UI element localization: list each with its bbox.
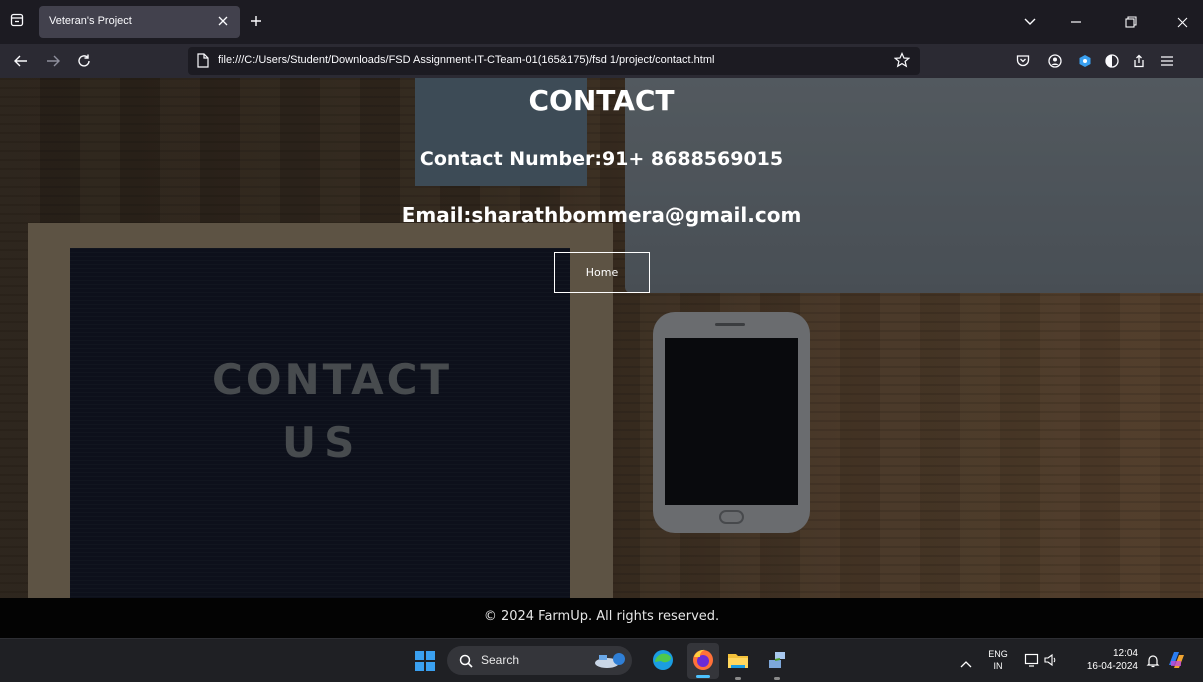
forward-arrow-icon[interactable] xyxy=(43,51,63,71)
bell-icon[interactable] xyxy=(1146,653,1160,668)
app-indicator-2 xyxy=(774,677,780,680)
clock-time: 12:04 xyxy=(1112,648,1138,659)
pocket-icon[interactable] xyxy=(1014,52,1032,70)
language-code: ENG xyxy=(988,649,1008,659)
star-icon[interactable] xyxy=(893,52,912,70)
windows-icon[interactable] xyxy=(415,651,435,671)
taskbar-app-firefox[interactable] xyxy=(687,643,719,679)
language-indicator[interactable]: ENG IN xyxy=(986,648,1010,672)
app-indicator xyxy=(735,677,741,680)
network-icon[interactable] xyxy=(765,648,789,672)
tab-list-icon[interactable] xyxy=(6,9,28,31)
home-button[interactable]: Home xyxy=(554,252,650,293)
close-icon[interactable] xyxy=(214,12,232,30)
browser-toolbar: file:///C:/Users/Student/Downloads/FSD A… xyxy=(0,44,1203,78)
restore-icon[interactable] xyxy=(1121,12,1141,32)
tab-title: Veteran's Project xyxy=(49,15,132,27)
taskbar-search[interactable]: Search xyxy=(447,646,632,675)
browser-tab[interactable]: Veteran's Project xyxy=(39,6,240,38)
active-app-indicator xyxy=(696,675,710,678)
page-title: CONTACT xyxy=(528,84,675,117)
contact-number: Contact Number:91+ 8688569015 xyxy=(419,148,784,170)
firefox-icon xyxy=(691,648,715,672)
reload-icon[interactable] xyxy=(74,51,94,71)
url-bar[interactable]: file:///C:/Users/Student/Downloads/FSD A… xyxy=(188,47,920,75)
copilot-icon[interactable] xyxy=(1165,649,1187,671)
minimize-icon[interactable] xyxy=(1066,12,1086,32)
clock-date: 16-04-2024 xyxy=(1086,661,1138,672)
extension-icon[interactable] xyxy=(1076,52,1094,70)
search-label: Search xyxy=(481,653,520,667)
page-icon xyxy=(197,53,211,69)
menu-icon[interactable] xyxy=(1158,52,1176,70)
footer-copyright: © 2024 FarmUp. All rights reserved. xyxy=(483,609,720,624)
contrast-icon[interactable] xyxy=(1103,52,1121,70)
volume-icon[interactable] xyxy=(1043,652,1059,668)
close-window-icon[interactable] xyxy=(1172,12,1192,32)
page-viewport: CONTACT US CONTACT Contact Number:91+ 86… xyxy=(0,78,1203,638)
chevron-up-icon[interactable] xyxy=(960,653,974,668)
screen: Veteran's Project file:///C:/Users/Stude… xyxy=(0,0,1203,682)
file-explorer-icon[interactable] xyxy=(726,648,750,672)
plus-icon[interactable] xyxy=(247,12,265,30)
share-icon[interactable] xyxy=(1130,52,1148,70)
back-arrow-icon[interactable] xyxy=(11,51,31,71)
page-footer: © 2024 FarmUp. All rights reserved. xyxy=(0,598,1203,638)
account-icon[interactable] xyxy=(1046,52,1064,70)
edge-icon[interactable] xyxy=(651,648,675,672)
search-highlight-icon xyxy=(594,651,628,670)
search-icon xyxy=(459,653,473,668)
display-icon[interactable] xyxy=(1024,652,1040,668)
contact-email: Email:sharathbommera@gmail.com xyxy=(401,203,802,227)
taskbar-clock[interactable]: 12:04 16-04-2024 xyxy=(1074,647,1138,673)
browser-tab-strip: Veteran's Project xyxy=(0,0,1203,44)
language-region: IN xyxy=(993,661,1003,671)
taskbar: Search ENG IN 12:04 16-04-2024 xyxy=(0,638,1203,682)
chevron-down-icon[interactable] xyxy=(1020,12,1040,32)
url-text: file:///C:/Users/Student/Downloads/FSD A… xyxy=(218,54,715,66)
